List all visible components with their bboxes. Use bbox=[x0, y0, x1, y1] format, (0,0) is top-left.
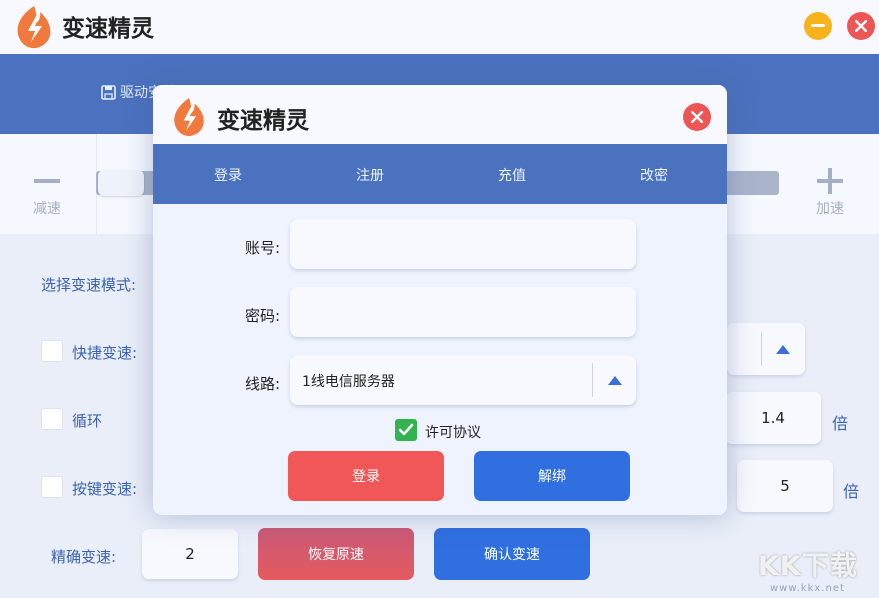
app-title: 变速精灵 bbox=[62, 16, 154, 42]
agree-checkbox[interactable] bbox=[395, 419, 417, 441]
flame-logo-icon bbox=[174, 98, 204, 137]
quick-speed-select[interactable] bbox=[727, 323, 805, 375]
mode-label: 选择变速模式: bbox=[41, 276, 137, 294]
quick-speed-checkbox[interactable] bbox=[41, 340, 63, 362]
select-divider bbox=[761, 332, 762, 366]
password-input[interactable] bbox=[290, 287, 636, 337]
watermark-logo: KK下载 bbox=[758, 551, 858, 582]
line-label: 线路: bbox=[244, 375, 280, 393]
decrease-speed-button[interactable]: 减速 bbox=[17, 168, 77, 218]
dialog-title: 变速精灵 bbox=[217, 108, 309, 134]
tab-recharge[interactable]: 充值 bbox=[472, 165, 552, 185]
dialog-tabs: 登录 注册 充值 改密 bbox=[153, 144, 727, 204]
watermark-url: www.kkx.net bbox=[770, 583, 845, 594]
close-button[interactable] bbox=[847, 12, 875, 40]
login-dialog: 变速精灵 登录 注册 充值 改密 账号: 密码: 线路: 1线电信服务器 许可协… bbox=[153, 85, 727, 515]
loop-multiplier-input[interactable]: 1.4 bbox=[725, 392, 821, 444]
precise-speed-input[interactable]: 2 bbox=[142, 529, 238, 579]
line-select[interactable]: 1线电信服务器 bbox=[290, 355, 636, 405]
close-icon bbox=[855, 20, 867, 32]
increase-speed-label: 加速 bbox=[816, 201, 844, 217]
quick-speed-label: 快捷变速: bbox=[72, 344, 138, 362]
decrease-speed-label: 减速 bbox=[33, 201, 61, 217]
loop-checkbox[interactable] bbox=[41, 408, 63, 430]
hotkey-multiplier-input[interactable]: 5 bbox=[737, 460, 833, 512]
agree-label: 许可协议 bbox=[425, 425, 481, 441]
line-select-value: 1线电信服务器 bbox=[302, 374, 395, 390]
tab-register[interactable]: 注册 bbox=[330, 165, 410, 185]
minimize-icon bbox=[811, 24, 825, 27]
restore-speed-button[interactable]: 恢复原速 bbox=[258, 528, 414, 580]
minus-icon bbox=[34, 179, 60, 183]
precise-speed-label: 精确变速: bbox=[51, 548, 117, 566]
title-bar: 变速精灵 bbox=[0, 0, 879, 54]
password-label: 密码: bbox=[244, 307, 280, 325]
unbind-button[interactable]: 解绑 bbox=[474, 451, 630, 501]
flame-logo-icon bbox=[17, 6, 51, 49]
chevron-up-icon bbox=[608, 376, 622, 385]
account-input[interactable] bbox=[290, 219, 636, 269]
select-divider bbox=[592, 363, 593, 397]
plus-icon bbox=[817, 168, 843, 194]
chevron-up-icon bbox=[776, 345, 790, 354]
confirm-speed-button[interactable]: 确认变速 bbox=[434, 528, 590, 580]
hotkey-unit: 倍 bbox=[843, 482, 860, 501]
loop-unit: 倍 bbox=[832, 414, 849, 433]
increase-speed-button[interactable]: 加速 bbox=[800, 168, 860, 218]
hotkey-checkbox[interactable] bbox=[41, 476, 63, 498]
hotkey-speed-label: 按键变速: bbox=[72, 480, 138, 498]
tab-change-password[interactable]: 改密 bbox=[614, 165, 694, 185]
minimize-button[interactable] bbox=[804, 12, 832, 40]
dialog-close-button[interactable] bbox=[683, 103, 711, 131]
dialog-header: 变速精灵 bbox=[153, 85, 727, 144]
login-button[interactable]: 登录 bbox=[288, 451, 444, 501]
account-label: 账号: bbox=[244, 239, 280, 257]
save-icon bbox=[101, 84, 116, 100]
close-icon bbox=[691, 111, 703, 123]
speed-slider-handle[interactable] bbox=[98, 170, 144, 196]
tab-login[interactable]: 登录 bbox=[188, 165, 268, 185]
loop-label: 循环 bbox=[72, 412, 103, 430]
checkmark-icon bbox=[398, 423, 414, 436]
